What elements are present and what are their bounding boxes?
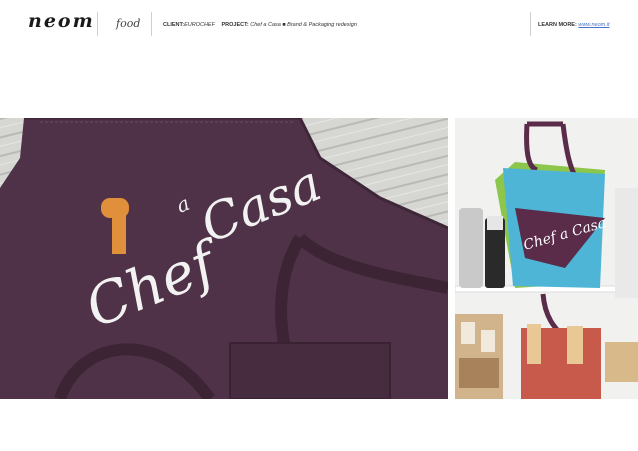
apron-photo: Chef a Casa	[0, 118, 448, 399]
bottle	[459, 208, 483, 288]
neom-logo[interactable]: neom	[28, 10, 95, 32]
project-meta: CLIENT:EUROCHEF PROJECT: Chef a Casa ■ B…	[163, 22, 362, 28]
bag-photo: Chef a Casa	[455, 118, 638, 399]
client-value: EUROCHEF	[184, 22, 215, 28]
learn-more-label: LEARN MORE:	[538, 22, 577, 28]
project-value: Chef a Casa ■ Brand & Packaging redesign	[250, 22, 357, 28]
apron-illustration: Chef a Casa	[0, 118, 448, 399]
header-divider-1	[97, 12, 98, 36]
apron-pocket	[229, 342, 391, 399]
bag-illustration: Chef a Casa	[455, 118, 638, 399]
header-divider-3	[530, 12, 531, 36]
learn-more-link[interactable]: www.neom.it	[578, 22, 609, 28]
client-label: CLIENT:	[163, 22, 185, 28]
project-label: PROJECT:	[221, 22, 249, 28]
section-title: food	[116, 17, 141, 30]
header-divider-2	[151, 12, 152, 36]
learn-more: LEARN MORE: www.neom.it	[538, 22, 610, 28]
page-header: neom food CLIENT:EUROCHEF PROJECT: Chef …	[0, 0, 638, 52]
